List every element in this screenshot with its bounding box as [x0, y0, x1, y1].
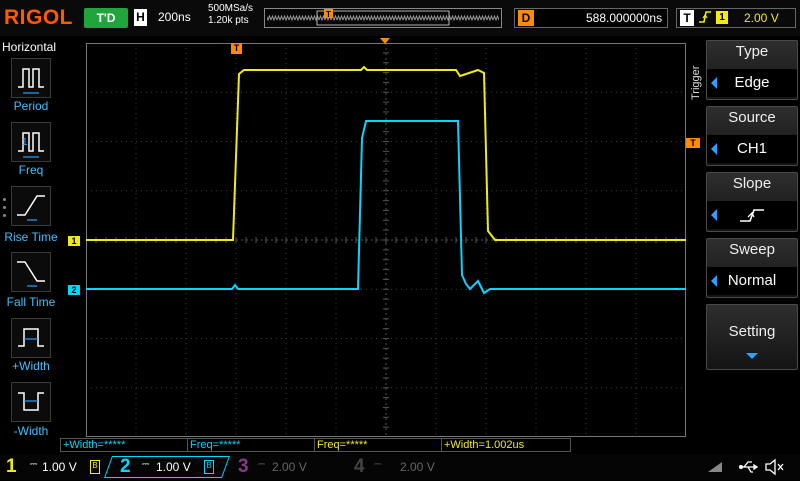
dc-coupling-icon: ⎓ — [374, 459, 382, 469]
left-arrow-icon — [711, 77, 717, 89]
trigger-source-badge: 1 — [716, 11, 728, 24]
measurement-ch1-freq[interactable]: Freq=***** — [314, 438, 442, 452]
trigger-label: T — [680, 10, 694, 26]
freq-button[interactable]: 1 — [11, 122, 51, 162]
brand-logo: RIGOL — [4, 6, 73, 29]
measurement-ch2-freq[interactable]: Freq=***** — [187, 438, 315, 452]
waveform-display[interactable] — [85, 42, 687, 437]
trigger-source-title: Source — [728, 109, 776, 126]
waveform-grid — [85, 42, 687, 437]
negative-width-label: -Width — [13, 424, 49, 438]
trigger-type-button[interactable]: Type Edge — [706, 40, 798, 100]
center-marker-icon — [380, 38, 390, 44]
period-button[interactable] — [11, 58, 51, 98]
ch4-number[interactable]: 4 — [354, 456, 365, 478]
ch3-scale: 2.00 V — [272, 460, 307, 474]
trigger-sweep-value: Normal — [707, 267, 797, 295]
freq-icon: 1 — [18, 132, 44, 158]
trigger-menu-title: Trigger — [690, 65, 702, 100]
period-icon — [18, 68, 44, 94]
timebase-value[interactable]: 200ns — [158, 10, 191, 24]
dc-coupling-icon: ⎓ — [258, 459, 266, 469]
memory-position-bar[interactable]: T — [264, 8, 502, 28]
svg-text:T: T — [326, 10, 331, 19]
measurement-ch1-width[interactable]: +Width=1.002us — [441, 438, 571, 452]
timebase-label: H — [134, 9, 147, 26]
ch2-trace — [86, 120, 686, 295]
usb-icon — [738, 458, 760, 481]
period-label: Period — [13, 99, 49, 113]
left-arrow-icon — [711, 275, 717, 287]
trigger-type-value: Edge — [707, 69, 797, 97]
ch3-number[interactable]: 3 — [238, 456, 249, 478]
trigger-slope-button[interactable]: Slope — [706, 172, 798, 232]
trigger-source-button[interactable]: Source CH1 — [706, 106, 798, 166]
ch2-scale-box[interactable]: ⎓ 1.00 V B — [142, 458, 222, 476]
left-arrow-icon — [711, 143, 717, 155]
measurement-ch2-width[interactable]: +Width=***** — [60, 438, 188, 452]
down-arrow-icon — [746, 353, 758, 359]
positive-width-label: +Width — [12, 359, 50, 373]
trigger-level[interactable]: 2.00 V — [744, 11, 779, 25]
trigger-source-value: CH1 — [707, 135, 797, 163]
ch4-scale: 2.00 V — [400, 460, 435, 474]
speaker-mute-icon[interactable] — [764, 458, 786, 481]
ch1-offset-marker[interactable]: 1 — [68, 236, 80, 246]
memory-waveform-thumbnail: T — [267, 9, 499, 27]
left-arrow-icon — [711, 209, 717, 221]
ch1-scale-box[interactable]: ⎓ 1.00 V B — [30, 458, 106, 476]
horizontal-title: Horizontal — [2, 40, 57, 54]
menu-arrow-icon[interactable] — [706, 460, 724, 479]
trigger-setting-title: Setting — [728, 323, 776, 340]
trigger-level-marker[interactable]: T — [686, 138, 700, 148]
delay-value[interactable]: 588.000000ns — [586, 11, 662, 25]
fall-time-label: Fall Time — [6, 295, 56, 309]
dc-coupling-icon: ⎓ — [30, 459, 38, 469]
ch1-scale: 1.00 V — [42, 460, 77, 474]
ch1-number[interactable]: 1 — [6, 456, 17, 478]
bandwidth-limit-icon: B — [90, 460, 100, 474]
trigger-setting-button[interactable]: Setting — [706, 304, 798, 370]
memory-depth: 1.20k pts — [208, 15, 249, 26]
memory-trigger-marker: T — [324, 9, 333, 19]
trigger-sweep-title: Sweep — [729, 241, 775, 258]
positive-width-button[interactable] — [11, 318, 51, 358]
trigger-slope-value — [707, 201, 797, 229]
dc-coupling-icon: ⎓ — [142, 459, 150, 469]
ch3-scale-box[interactable]: ⎓ 2.00 V — [258, 458, 338, 476]
ch2-scale: 1.00 V — [156, 460, 191, 474]
trigger-slope-title: Slope — [732, 175, 772, 192]
trigger-sweep-button[interactable]: Sweep Normal — [706, 238, 798, 298]
svg-text:1: 1 — [22, 137, 28, 148]
run-status-badge[interactable]: T'D — [84, 8, 128, 28]
trigger-position-marker[interactable]: T — [231, 43, 242, 54]
ch2-number[interactable]: 2 — [120, 456, 131, 478]
menu-page-dots — [3, 198, 7, 217]
rise-time-icon — [17, 195, 45, 221]
rise-time-label: Rise Time — [4, 230, 58, 244]
rising-slope-icon — [740, 209, 764, 222]
freq-label: Freq — [18, 163, 44, 177]
sample-rate: 500MSa/s — [208, 3, 254, 14]
trigger-type-title: Type — [735, 43, 769, 60]
fall-time-icon — [17, 261, 45, 287]
acquisition-info: 500MSa/s 1.20k pts — [208, 3, 253, 27]
negative-width-icon — [18, 392, 44, 411]
rising-edge-icon — [698, 9, 712, 28]
negative-width-button[interactable] — [11, 382, 51, 422]
ch4-scale-box[interactable]: ⎓ 2.00 V — [374, 458, 454, 476]
positive-width-icon — [18, 328, 44, 347]
delay-label: D — [518, 10, 534, 26]
bandwidth-limit-icon: B — [204, 460, 214, 474]
ch2-offset-marker[interactable]: 2 — [68, 285, 80, 295]
rise-time-button[interactable] — [11, 186, 51, 226]
fall-time-button[interactable] — [11, 252, 51, 292]
